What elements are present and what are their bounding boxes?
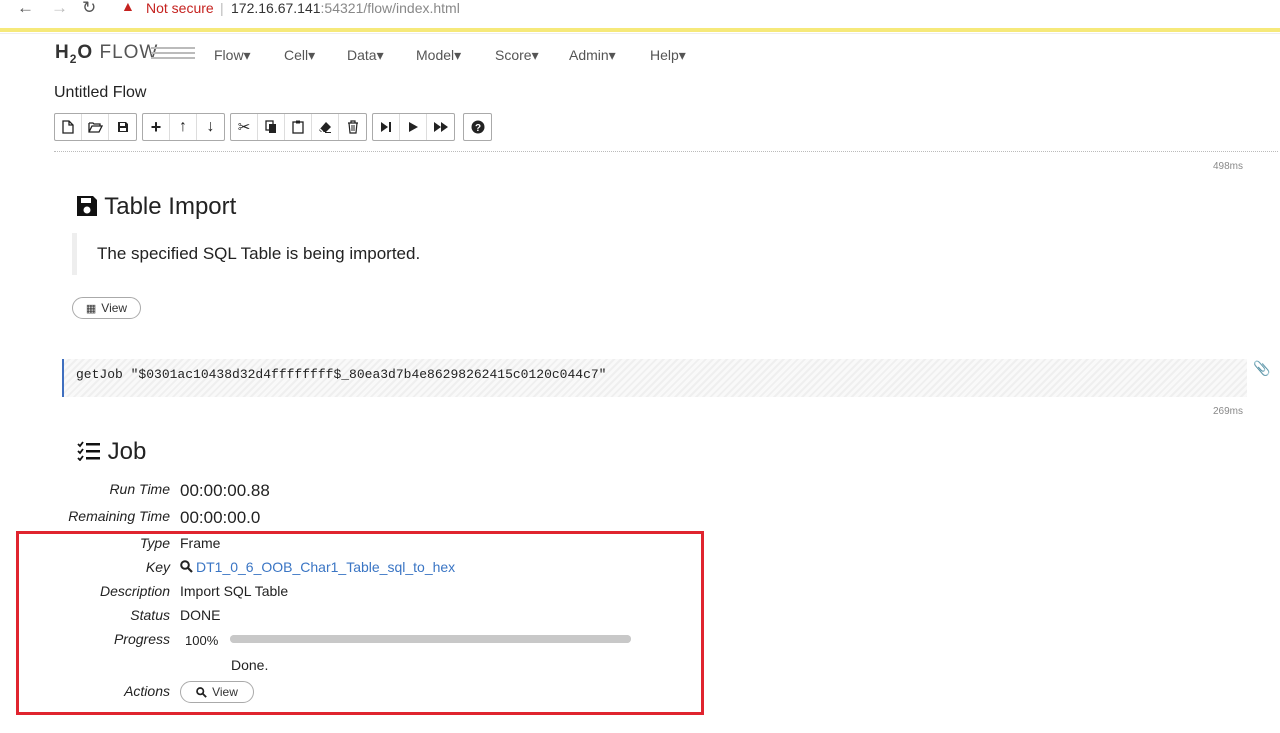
logo-sub: 2 xyxy=(69,52,78,66)
h2o-logo[interactable]: H2O FLOW xyxy=(55,42,159,66)
save-icon[interactable] xyxy=(109,114,136,140)
run-icon[interactable] xyxy=(400,114,427,140)
menu-admin[interactable]: Admin▾ xyxy=(569,47,616,64)
menu-data[interactable]: Data▾ xyxy=(347,47,384,64)
svg-text:?: ? xyxy=(474,123,480,134)
job-title: Job xyxy=(107,438,147,465)
menu-flow[interactable]: Flow▾ xyxy=(214,47,251,64)
insert-cell-icon[interactable]: + xyxy=(143,114,170,140)
paperclip-icon[interactable]: 📎 xyxy=(1253,360,1270,377)
table-icon: ▦ xyxy=(85,302,97,315)
import-view-label: View xyxy=(101,301,128,315)
back-icon[interactable]: ← xyxy=(17,0,34,18)
table-import-heading: Table Import xyxy=(76,193,236,221)
save-icon xyxy=(77,196,97,216)
logo-h: H xyxy=(55,42,70,63)
toolbar-group-cell: + ↑ ↓ xyxy=(142,113,225,141)
paste-icon[interactable] xyxy=(285,114,312,140)
logo-o: O xyxy=(77,42,94,63)
move-down-icon[interactable]: ↓ xyxy=(197,114,224,140)
menu-cell[interactable]: Cell▾ xyxy=(284,47,315,64)
delete-icon[interactable] xyxy=(339,114,366,140)
cell-time-getjob: 269ms xyxy=(1213,406,1244,417)
menu-score[interactable]: Score▾ xyxy=(495,47,539,64)
toolbar-group-run xyxy=(372,113,455,141)
remaining-time-value: 00:00:00.0 xyxy=(180,508,261,527)
task-list-icon xyxy=(77,441,100,462)
remaining-time-label: Remaining Time xyxy=(68,508,170,524)
menu-model[interactable]: Model▾ xyxy=(416,47,461,64)
address-separator: | xyxy=(220,0,224,16)
job-heading: Job xyxy=(77,438,146,466)
toolbar-group-help: ? xyxy=(463,113,492,141)
open-folder-icon[interactable] xyxy=(82,114,109,140)
cut-icon[interactable]: ✂ xyxy=(231,114,258,140)
table-import-title: Table Import xyxy=(104,193,237,220)
reload-icon[interactable]: ↻ xyxy=(82,0,96,18)
warning-icon[interactable]: ▲ xyxy=(121,0,135,14)
clear-icon[interactable] xyxy=(312,114,339,140)
run-step-icon[interactable] xyxy=(373,114,400,140)
run-time-value: 00:00:00.88 xyxy=(180,481,270,500)
run-all-icon[interactable] xyxy=(427,114,454,140)
flow-title[interactable]: Untitled Flow xyxy=(54,84,146,102)
not-secure-label[interactable]: Not secure xyxy=(146,0,214,16)
run-time-label: Run Time xyxy=(109,481,170,497)
cell-time-import: 498ms xyxy=(1213,161,1244,172)
code-cell-getjob[interactable]: getJob "$0301ac10438d32d4ffffffff$_80ea3… xyxy=(62,359,1247,397)
url-field[interactable]: 172.16.67.141:54321/flow/index.html xyxy=(231,0,460,16)
import-view-button[interactable]: ▦ View xyxy=(72,297,141,319)
logo-lines-icon xyxy=(151,47,195,62)
forward-icon[interactable]: → xyxy=(51,0,68,18)
toolbar-group-edit: ✂ xyxy=(230,113,367,141)
address-bar: ← → ↻ ▲ Not secure | 172.16.67.141:54321… xyxy=(0,0,1280,18)
help-icon[interactable]: ? xyxy=(464,114,491,140)
header-divider xyxy=(0,33,1280,34)
toolbar-group-file xyxy=(54,113,137,141)
new-file-icon[interactable] xyxy=(55,114,82,140)
cell-divider xyxy=(54,151,1278,152)
url-path: :54321/flow/index.html xyxy=(320,0,460,16)
highlight-box xyxy=(16,531,704,715)
logo-flow: FLOW xyxy=(99,42,159,63)
import-message: The specified SQL Table is being importe… xyxy=(72,233,420,275)
url-host: 172.16.67.141 xyxy=(231,0,321,16)
copy-icon[interactable] xyxy=(258,114,285,140)
move-up-icon[interactable]: ↑ xyxy=(170,114,197,140)
menu-help[interactable]: Help▾ xyxy=(650,47,686,64)
top-accent-bar xyxy=(0,28,1280,32)
